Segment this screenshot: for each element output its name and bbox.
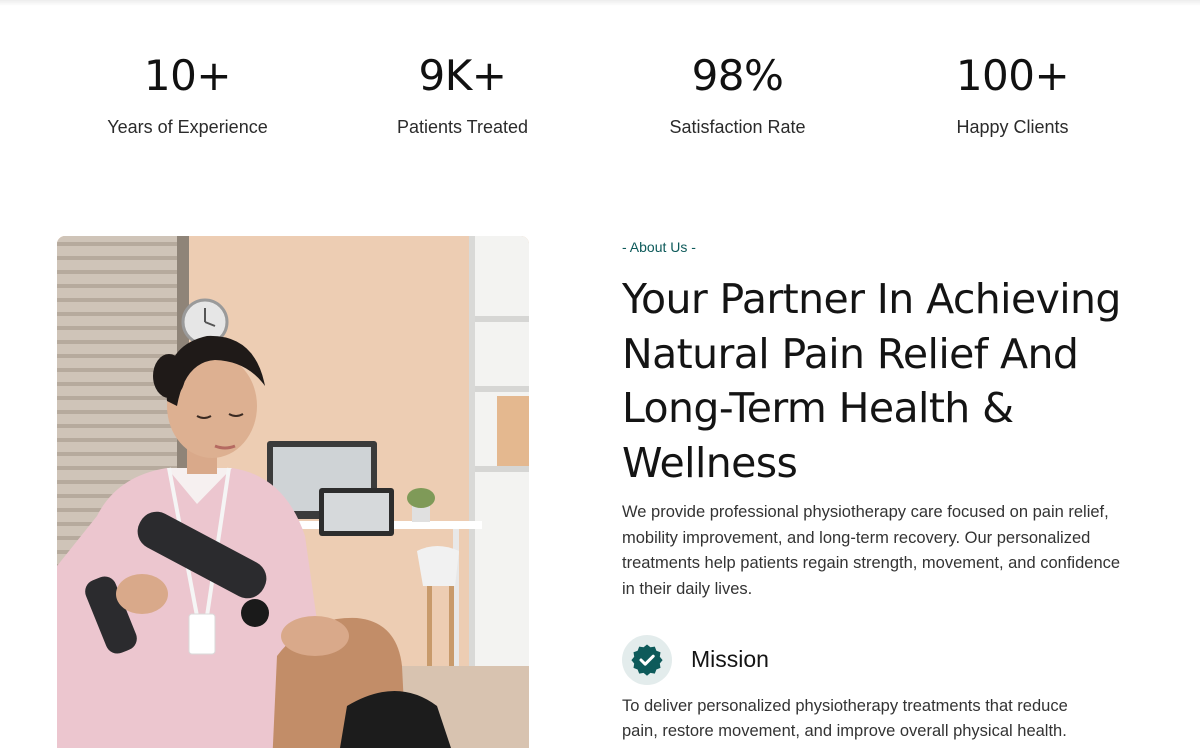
- mission-text: To deliver personalized physiotherapy tr…: [622, 696, 1068, 741]
- stat-value: 9K+: [418, 51, 507, 100]
- about-description: We provide professional physiotherapy ca…: [622, 503, 1121, 599]
- stat-label: Happy Clients: [956, 117, 1069, 137]
- stat-clients: 100+ Happy Clients: [875, 48, 1150, 138]
- stats-row: 10+ Years of Experience 9K+ Patients Tre…: [50, 48, 1150, 138]
- stat-value: 100+: [955, 51, 1070, 100]
- about-section: - About Us - Your Partner In Achieving N…: [622, 236, 1152, 745]
- page: 10+ Years of Experience 9K+ Patients Tre…: [0, 0, 1200, 748]
- verified-badge-icon: [631, 644, 663, 676]
- stat-satisfaction: 98% Satisfaction Rate: [600, 48, 875, 138]
- stat-label: Years of Experience: [107, 117, 268, 137]
- header-shadow: [0, 0, 1200, 6]
- about-photo: [57, 236, 529, 748]
- stat-label: Satisfaction Rate: [669, 117, 806, 137]
- stat-experience: 10+ Years of Experience: [50, 48, 325, 138]
- mission-title: Mission: [691, 646, 769, 673]
- mission-badge: [622, 634, 672, 685]
- about-headline: Your Partner In Achieving Natural Pain R…: [622, 275, 1121, 487]
- stat-value: 10+: [143, 51, 232, 100]
- stat-label: Patients Treated: [396, 117, 529, 137]
- stat-patients: 9K+ Patients Treated: [325, 48, 600, 138]
- stat-value: 98%: [691, 51, 784, 100]
- section-eyebrow: - About Us -: [622, 239, 696, 255]
- mission-header: Mission: [622, 634, 1152, 685]
